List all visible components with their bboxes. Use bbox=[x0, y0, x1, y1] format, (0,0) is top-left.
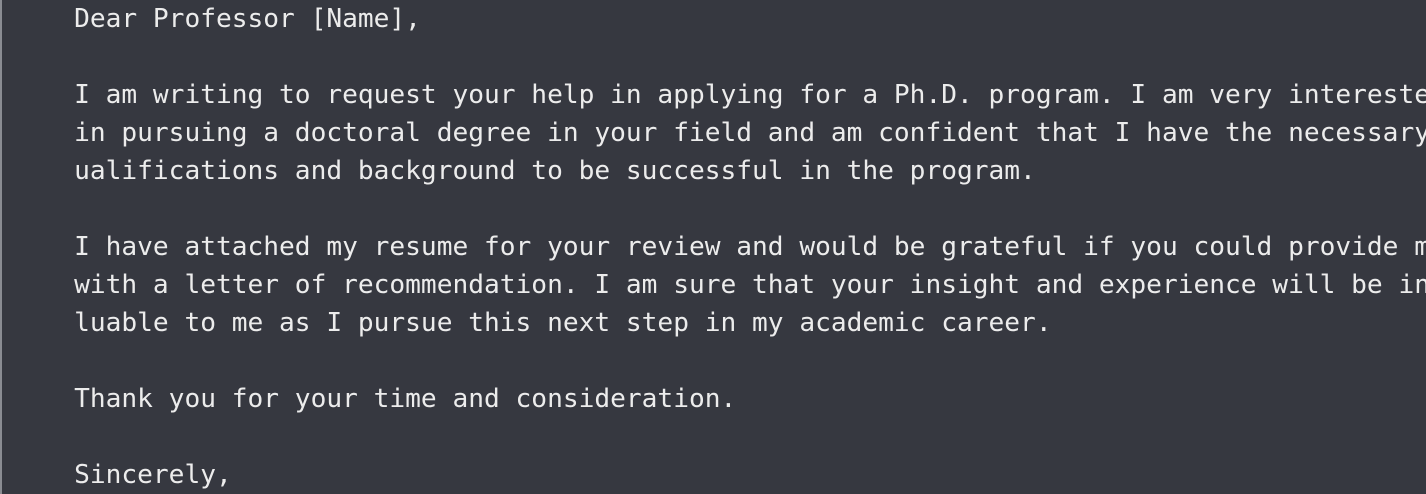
paragraph-1-line-2: in pursuing a doctoral degree in your fi… bbox=[74, 118, 1426, 148]
editor-left-border bbox=[0, 0, 2, 494]
paragraph-1-line-1: I am writing to request your help in app… bbox=[74, 80, 1426, 110]
text-editor-pane[interactable]: Dear Professor [Name], I am writing to r… bbox=[0, 0, 1426, 494]
letter-text-area[interactable]: Dear Professor [Name], I am writing to r… bbox=[11, 0, 1426, 490]
greeting-line: Dear Professor [Name], bbox=[74, 4, 421, 34]
closing-line: Sincerely, bbox=[74, 460, 232, 490]
paragraph-1-line-3: ualifications and background to be succe… bbox=[74, 156, 1036, 186]
paragraph-2-line-3: luable to me as I pursue this next step … bbox=[74, 308, 1052, 338]
paragraph-2-line-2: with a letter of recommendation. I am su… bbox=[74, 270, 1426, 300]
thank-you-line: Thank you for your time and consideratio… bbox=[74, 384, 737, 414]
paragraph-2-line-1: I have attached my resume for your revie… bbox=[74, 232, 1426, 262]
